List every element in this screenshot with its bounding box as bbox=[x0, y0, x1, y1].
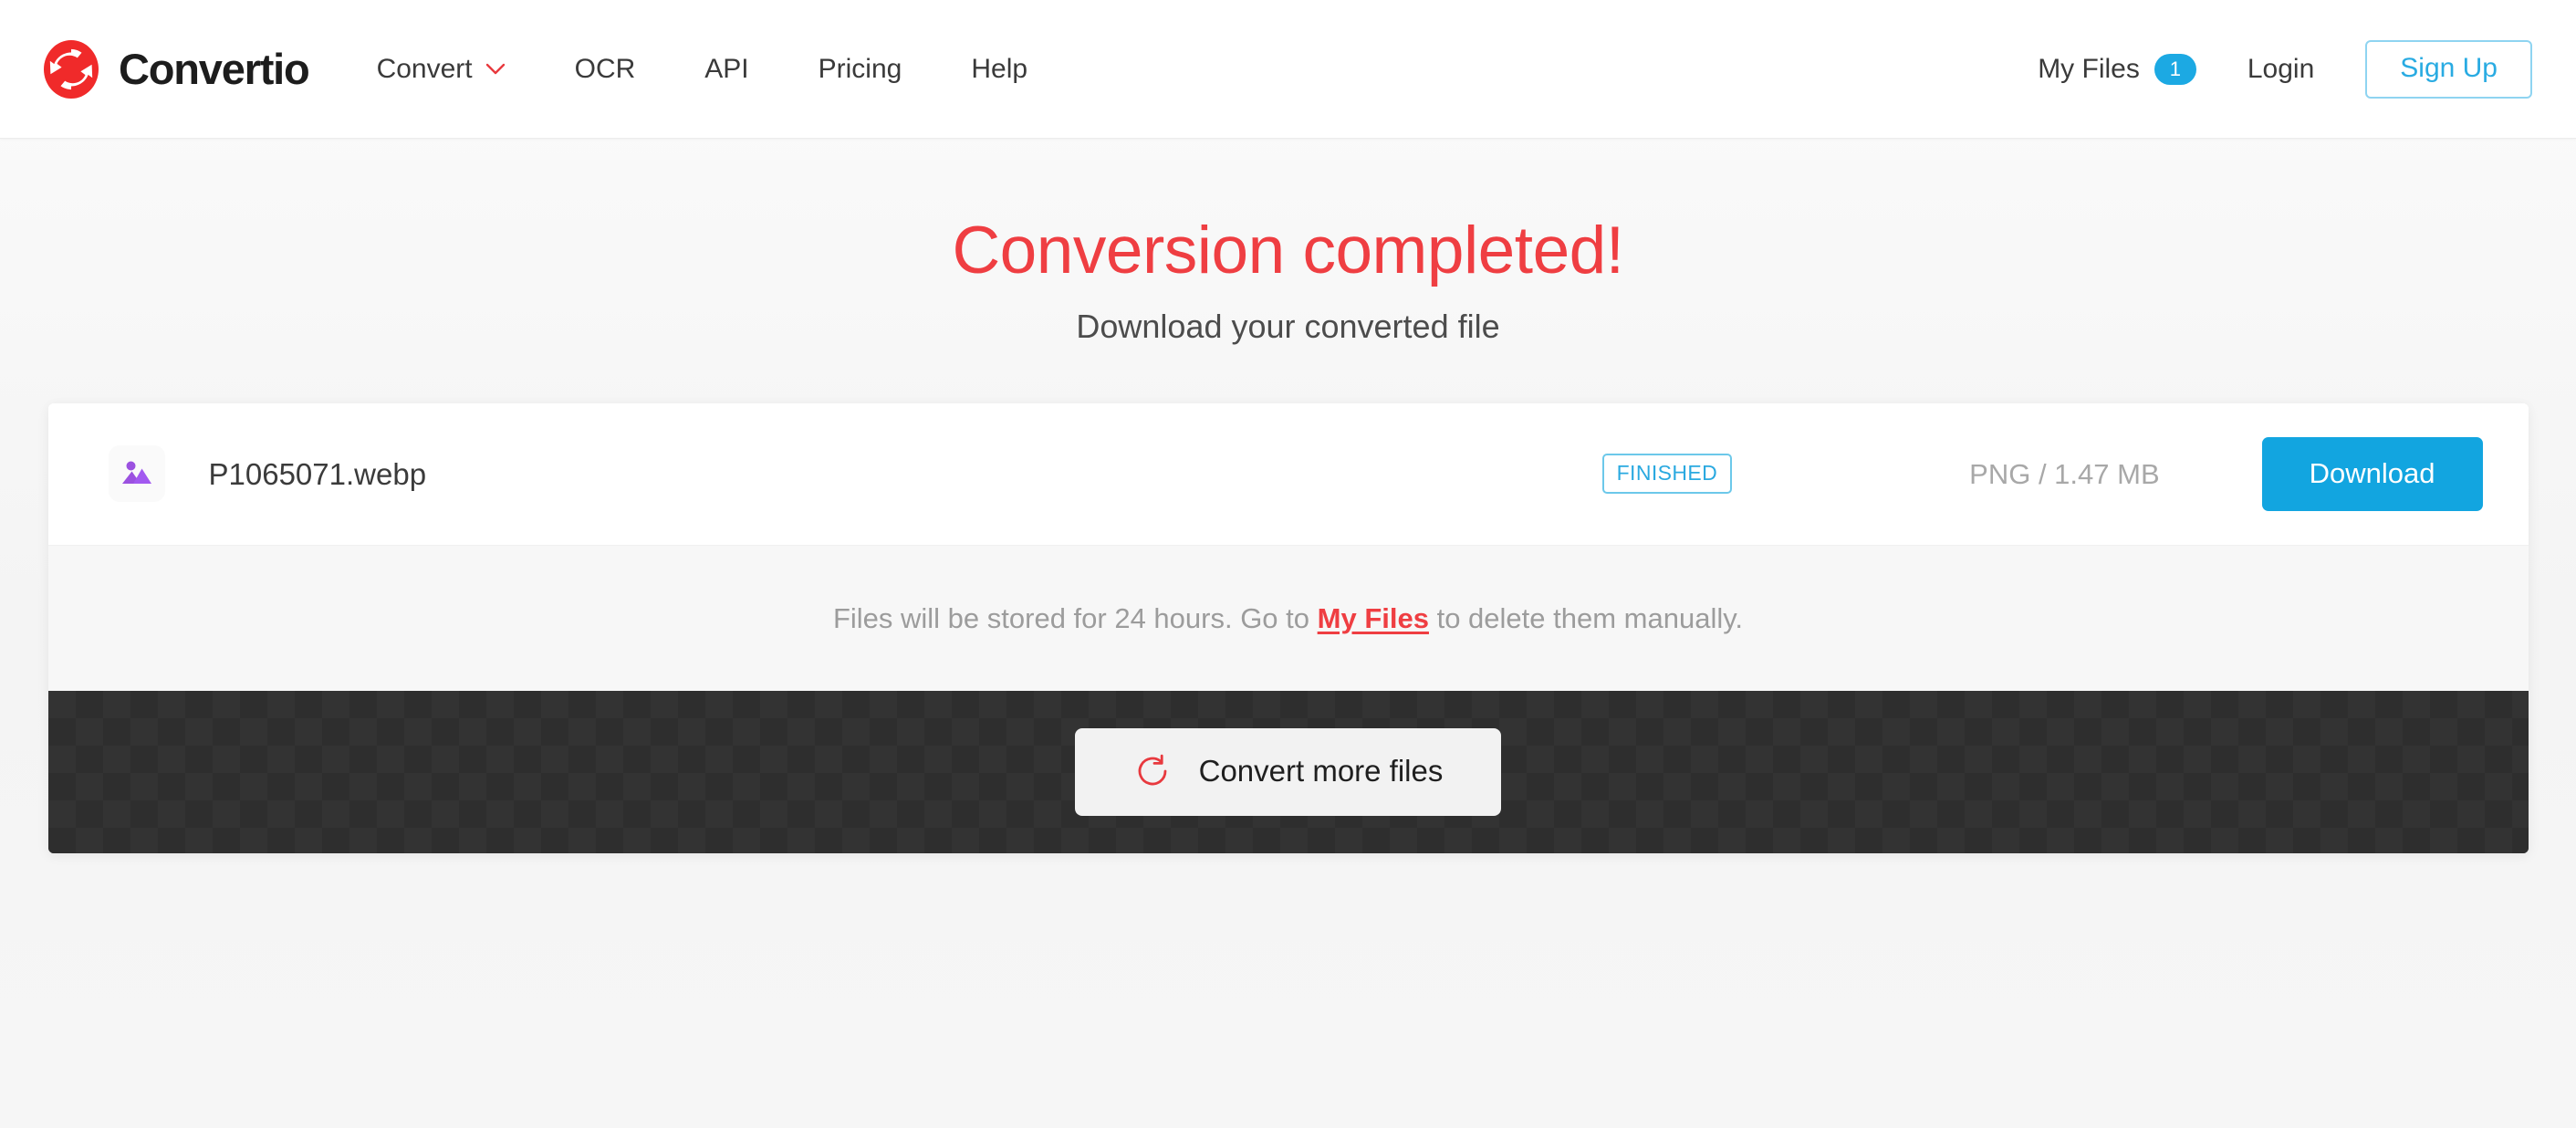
nav-item-label: Pricing bbox=[818, 53, 902, 84]
brand-logo-link[interactable]: Convertio bbox=[40, 38, 310, 100]
chevron-down-icon bbox=[485, 63, 506, 75]
my-files-label: My Files bbox=[2038, 53, 2140, 84]
image-file-icon bbox=[108, 445, 165, 503]
site-header: Convertio Convert OCR API Pricing Help M… bbox=[0, 0, 2576, 139]
file-row: P1065071.webp FINISHED PNG / 1.47 MB Dow… bbox=[47, 402, 2529, 545]
nav-item-help[interactable]: Help bbox=[936, 53, 1062, 84]
nav-item-label: Help bbox=[971, 53, 1028, 84]
refresh-arrow-icon bbox=[1133, 752, 1172, 790]
file-name: P1065071.webp bbox=[208, 456, 427, 491]
nav-item-api[interactable]: API bbox=[670, 53, 783, 84]
nav-item-convert[interactable]: Convert bbox=[376, 53, 540, 84]
login-link[interactable]: Login bbox=[2247, 54, 2365, 85]
page-subtitle: Download your converted file bbox=[1076, 307, 1500, 345]
nav-item-pricing[interactable]: Pricing bbox=[784, 53, 937, 84]
file-meta: PNG / 1.47 MB bbox=[1969, 457, 2160, 490]
nav-item-label: OCR bbox=[574, 53, 636, 84]
conversion-result-card: P1065071.webp FINISHED PNG / 1.47 MB Dow… bbox=[47, 402, 2529, 853]
storage-notice-row: Files will be stored for 24 hours. Go to… bbox=[47, 544, 2529, 691]
notice-text-after: to delete them manually. bbox=[1428, 601, 1744, 634]
status-badge: FINISHED bbox=[1601, 454, 1733, 495]
header-account-area: My Files 1 Login Sign Up bbox=[2038, 39, 2532, 99]
storage-notice-text: Files will be stored for 24 hours. Go to… bbox=[833, 601, 1743, 635]
convertio-conversion-arrows-logo-icon bbox=[40, 38, 102, 100]
my-files-link[interactable]: My Files 1 bbox=[2038, 53, 2247, 85]
signup-button[interactable]: Sign Up bbox=[2365, 39, 2532, 99]
nav-item-label: Convert bbox=[376, 53, 473, 84]
download-button[interactable]: Download bbox=[2261, 436, 2483, 511]
main-navigation: Convert OCR API Pricing Help bbox=[376, 53, 1062, 84]
main-content: Conversion completed! Download your conv… bbox=[0, 139, 2576, 853]
my-files-inline-link[interactable]: My Files bbox=[1318, 602, 1429, 634]
nav-item-label: API bbox=[704, 53, 749, 84]
my-files-count-badge: 1 bbox=[2154, 53, 2196, 85]
notice-text-before: Files will be stored for 24 hours. Go to bbox=[832, 601, 1318, 634]
card-footer-bar: Convert more files bbox=[47, 690, 2529, 853]
convert-more-files-label: Convert more files bbox=[1198, 754, 1444, 789]
nav-item-ocr[interactable]: OCR bbox=[540, 53, 671, 84]
brand-name: Convertio bbox=[119, 45, 310, 93]
convert-more-files-button[interactable]: Convert more files bbox=[1074, 727, 1502, 816]
page-title: Conversion completed! bbox=[952, 214, 1624, 287]
